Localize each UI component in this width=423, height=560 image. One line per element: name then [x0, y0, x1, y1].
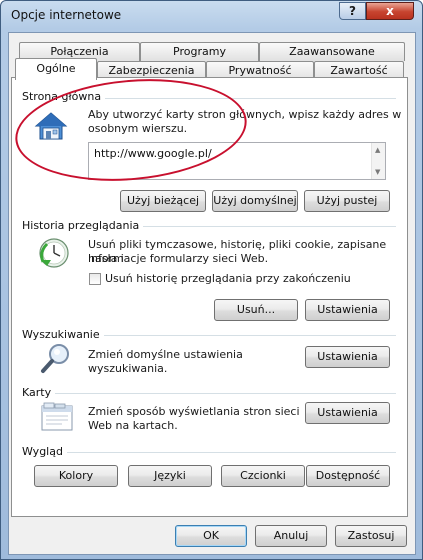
- history-description-line-2: informacje formularzy sieci Web.: [88, 252, 269, 265]
- accessibility-button[interactable]: Dostępność: [306, 465, 390, 487]
- apply-button[interactable]: Zastosuj: [335, 525, 407, 547]
- general-tab-panel: Strona główna Aby utworzyć karty stron g…: [11, 77, 408, 517]
- use-default-button[interactable]: Użyj domyślnej: [212, 190, 298, 212]
- scroll-down-icon[interactable]: ▼: [375, 168, 380, 176]
- dialog-client-area: Połączenia Programy Zaawansowane Ogólne …: [8, 32, 416, 555]
- tabs-description-line-1: Zmień sposób wyświetlania stron sieci: [88, 405, 300, 418]
- tabs-description-line-2: Web na kartach.: [88, 419, 178, 432]
- scroll-up-icon[interactable]: ▲: [375, 146, 380, 154]
- search-description-line-2: wyszukiwania.: [88, 362, 168, 375]
- use-blank-button[interactable]: Użyj pustej: [304, 190, 390, 212]
- tabs-group-title: Karty: [22, 386, 56, 399]
- history-settings-button[interactable]: Ustawienia: [305, 299, 390, 321]
- home-page-description-line-2: osobnym wierszu.: [88, 122, 188, 135]
- delete-history-button[interactable]: Usuń...: [214, 299, 298, 321]
- tab-general[interactable]: Ogólne: [15, 58, 97, 80]
- magnifier-icon: [41, 344, 69, 373]
- close-icon: x: [386, 4, 394, 18]
- search-group-title: Wyszukiwanie: [22, 328, 104, 341]
- delete-history-on-exit-checkbox[interactable]: [89, 273, 101, 285]
- close-button[interactable]: x: [366, 2, 414, 20]
- tab-programs[interactable]: Programy: [140, 42, 259, 61]
- window-title: Opcje internetowe: [11, 8, 122, 22]
- tabs-settings-button[interactable]: Ustawienia: [305, 402, 390, 424]
- tabs-window-icon: [41, 402, 73, 431]
- ok-button[interactable]: OK: [175, 525, 247, 547]
- title-bar[interactable]: Opcje internetowe ? x: [1, 1, 422, 33]
- appearance-group-title: Wygląd: [22, 445, 67, 458]
- delete-history-on-exit-label[interactable]: Usuń historię przeglądania przy zakończe…: [105, 272, 351, 286]
- colors-button[interactable]: Kolory: [34, 465, 118, 487]
- home-page-group-title: Strona główna: [22, 90, 106, 103]
- tab-advanced[interactable]: Zaawansowane: [259, 42, 405, 61]
- textarea-scrollbar[interactable]: ▲ ▼: [371, 143, 385, 179]
- cancel-button[interactable]: Anuluj: [255, 525, 327, 547]
- home-page-url-value: http://www.google.pl/: [94, 147, 212, 160]
- help-button[interactable]: ?: [339, 2, 366, 20]
- history-clock-icon: [39, 238, 69, 268]
- history-group-title: Historia przeglądania: [22, 219, 144, 232]
- search-settings-button[interactable]: Ustawienia: [305, 346, 390, 368]
- appearance-group-line: [22, 452, 396, 453]
- tabs-group-line: [22, 393, 396, 394]
- fonts-button[interactable]: Czcionki: [221, 465, 305, 487]
- internet-options-window: Opcje internetowe ? x Połączenia Program…: [0, 0, 423, 560]
- house-icon: [34, 112, 68, 140]
- search-description-line-1: Zmień domyślne ustawienia: [88, 348, 243, 361]
- languages-button[interactable]: Języki: [128, 465, 212, 487]
- home-page-url-textarea[interactable]: http://www.google.pl/ ▲ ▼: [88, 142, 386, 180]
- home-page-description-line-1: Aby utworzyć karty stron głównych, wpisz…: [88, 108, 402, 121]
- use-current-button[interactable]: Użyj bieżącej: [120, 190, 206, 212]
